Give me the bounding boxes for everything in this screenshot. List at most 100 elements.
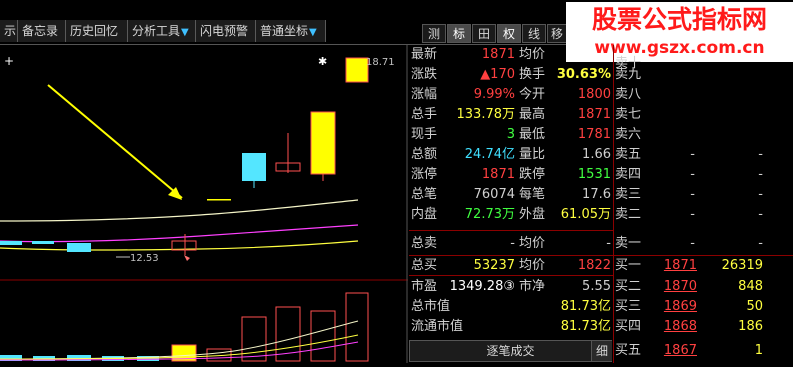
sell-level-price: - <box>690 207 695 222</box>
buy-level-label: 买三 <box>615 299 642 314</box>
sell-level-label: 卖一 <box>615 236 642 251</box>
buy-level-price: 1868 <box>663 319 697 334</box>
sell-level-volume: - <box>758 236 763 251</box>
value-outer-volume: 61.05万 <box>560 207 611 222</box>
crosshair-mark: + <box>4 54 14 68</box>
candle <box>0 241 22 245</box>
value-low: 1781 <box>577 127 611 142</box>
label-trade-count: 总笔 <box>411 187 438 202</box>
sell-level-label: 卖三 <box>615 187 642 202</box>
fine-detail-button[interactable]: 细 <box>591 341 612 361</box>
sell-level-label: 卖二 <box>615 207 642 222</box>
label-per-trade: 每笔 <box>519 187 546 202</box>
high-price-label: 18.71 <box>366 57 395 68</box>
label-volume: 总手 <box>411 107 438 122</box>
tab-line[interactable]: 线 <box>522 24 546 43</box>
buy-level-volume: 848 <box>738 279 763 294</box>
value-pe: 1349.28③ <box>449 279 515 294</box>
sell-level-price: - <box>690 147 695 162</box>
sell-level-price: - <box>690 167 695 182</box>
tab-move[interactable]: 移 <box>547 24 567 43</box>
buy-level-label: 买四 <box>615 319 642 334</box>
value-pb: 5.55 <box>582 279 611 294</box>
value-volume: 133.78万 <box>456 107 516 122</box>
label-turnover: 换手 <box>519 67 546 82</box>
label-low: 最低 <box>519 127 546 142</box>
tab-grid[interactable]: 田 <box>472 24 496 43</box>
value-inner-volume: 72.73万 <box>464 207 515 222</box>
label-buy-avg: 均价 <box>519 258 546 273</box>
sell-level-label: 卖六 <box>615 127 642 142</box>
sell-level-volume: - <box>758 167 763 182</box>
label-avg-price: 均价 <box>519 47 546 62</box>
value-per-trade: 17.6 <box>582 187 611 202</box>
toolbar-item-memo[interactable]: 备忘录 <box>18 20 66 42</box>
toolbar-item-coordinate[interactable]: 普通坐标▼ <box>256 20 326 42</box>
value-float-cap: 81.73亿 <box>560 319 611 334</box>
toolbar-item-analysis-tools[interactable]: 分析工具▼ <box>128 20 196 42</box>
label-open: 今开 <box>519 87 546 102</box>
buy-level-label: 买五 <box>615 343 642 358</box>
label-total-sell: 总卖 <box>411 236 438 251</box>
value-change: ▲170 <box>480 67 515 82</box>
value-open: 1800 <box>577 87 611 102</box>
kline-chart[interactable]: + ✱ 18.71 12.53 <box>0 45 408 363</box>
toolbar-item-history[interactable]: 历史回忆 <box>66 20 128 42</box>
tab-indicator[interactable]: 标 <box>447 24 471 43</box>
label-float-cap: 流通市值 <box>411 319 464 334</box>
label-change-pct: 涨幅 <box>411 87 438 102</box>
buy-level-volume: 186 <box>738 319 763 334</box>
toolbar-item-flash-alert[interactable]: 闪电预警 <box>196 20 256 42</box>
ma-line-white <box>0 199 359 222</box>
value-change-pct: 9.99% <box>473 87 515 102</box>
sell-level-price: - <box>690 187 695 202</box>
label-change: 涨跌 <box>411 67 438 82</box>
low-price-label: 12.53 <box>130 253 159 264</box>
watermark-title: 股票公式指标网 <box>591 5 767 34</box>
label-pb: 市净 <box>519 279 546 294</box>
value-high: 1871 <box>577 107 611 122</box>
quote-panel: 最新 1871 均价 涨跌 ▲170 换手 30.63% 涨幅 9.99% 今开… <box>409 45 793 363</box>
sell-level-price: - <box>690 236 695 251</box>
buy-level-label: 买二 <box>615 279 642 294</box>
candle <box>67 243 91 252</box>
buy-level-price: 1870 <box>663 279 697 294</box>
buy-level-price: 1869 <box>663 299 697 314</box>
star-mark: ✱ <box>318 55 327 68</box>
sell-level-label: 卖四 <box>615 167 642 182</box>
value-amount: 24.74亿 <box>464 147 515 162</box>
value-limit-down: 1531 <box>577 167 611 182</box>
label-limit-down: 跌停 <box>519 167 546 182</box>
label-market-cap: 总市值 <box>411 299 451 314</box>
buy-level-volume: 1 <box>754 343 763 358</box>
volume-bar <box>310 310 336 362</box>
tab-measure[interactable]: 测 <box>422 24 446 43</box>
candle <box>310 111 336 175</box>
chevron-down-icon: ▼ <box>309 27 317 38</box>
value-volume-ratio: 1.66 <box>582 147 611 162</box>
sell-level-volume: - <box>758 187 763 202</box>
value-current-lot: 3 <box>506 127 515 142</box>
label-limit-up: 涨停 <box>411 167 438 182</box>
kline-chart-svg[interactable]: + ✱ 18.71 12.53 <box>0 45 408 363</box>
label-sell-avg: 均价 <box>519 236 546 251</box>
buy-level-volume: 50 <box>746 299 763 314</box>
candle <box>345 57 369 83</box>
label-outer-volume: 外盘 <box>519 207 546 222</box>
label-total-buy: 总买 <box>411 258 438 273</box>
label-high: 最高 <box>519 107 546 122</box>
ma-line-magenta <box>0 224 359 243</box>
value-limit-up: 1871 <box>481 167 515 182</box>
candle <box>32 241 54 244</box>
value-latest: 1871 <box>481 47 515 62</box>
value-sell-avg: - <box>606 236 611 251</box>
value-total-buy: 53237 <box>473 258 515 273</box>
candle <box>242 153 266 181</box>
sell-level-label: 卖七 <box>615 107 642 122</box>
sell-level-label: 卖九 <box>615 67 642 82</box>
toolbar-item-display[interactable]: 示 <box>0 20 18 42</box>
tab-rights[interactable]: 权 <box>497 24 521 43</box>
tick-trades-button[interactable]: 逐笔成交 <box>409 340 612 362</box>
sell-level-volume: - <box>758 207 763 222</box>
sell-level-label: 卖五 <box>615 147 642 162</box>
